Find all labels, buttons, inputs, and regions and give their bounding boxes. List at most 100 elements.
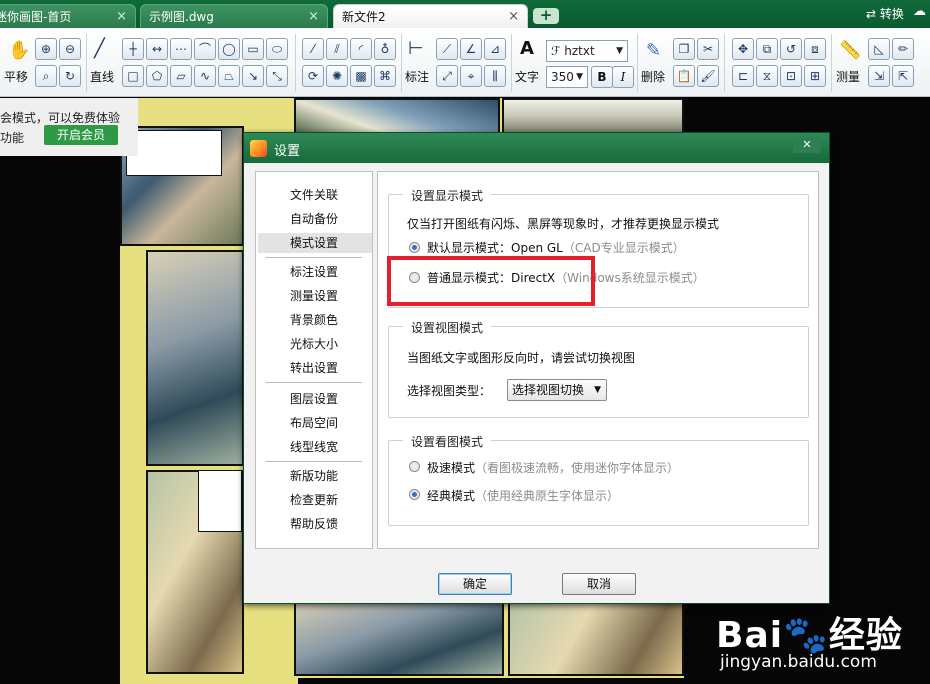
nav-item-auto-backup[interactable]: 自动备份 (256, 209, 372, 229)
measure-icon[interactable]: 📏 (839, 40, 861, 61)
fillet-icon[interactable]: ◜ (350, 38, 372, 60)
radio-fast-mode[interactable] (409, 461, 420, 472)
tab-close-icon[interactable]: × (308, 5, 319, 29)
polyline-icon[interactable]: ┼ (122, 38, 144, 60)
square-icon[interactable]: □ (122, 65, 144, 87)
angle-dim-icon[interactable]: ∠ (460, 38, 482, 60)
ellipse-icon[interactable]: ⬭ (266, 38, 288, 60)
layer-icon[interactable]: ⧈ (804, 38, 826, 60)
rotate-object-icon[interactable]: ↺ (780, 38, 802, 60)
tab-close-icon[interactable]: × (116, 5, 127, 29)
paste-icon[interactable]: 📋 (673, 65, 695, 87)
delete-label[interactable]: 删除 (641, 68, 665, 85)
tab-home[interactable]: 迷你画图-首页 × (0, 4, 136, 28)
aligned-dim-icon[interactable]: ⟋ (436, 38, 458, 60)
pentagon-icon[interactable]: ⬠ (146, 65, 168, 87)
mirror-icon[interactable]: ⧖ (756, 65, 778, 87)
line-icon[interactable]: ╱ (94, 38, 105, 59)
nav-item-file-association[interactable]: 文件关联 (256, 185, 372, 205)
nav-item-linetype-width[interactable]: 线型线宽 (256, 437, 372, 457)
dimension-label[interactable]: 标注 (405, 68, 429, 85)
move-line-icon[interactable]: ↔ (146, 38, 168, 60)
dimension-icon[interactable]: ⊢ (408, 38, 424, 59)
nav-item-measure-settings[interactable]: 测量设置 (256, 286, 372, 306)
add-tab-icon[interactable]: + (533, 8, 559, 24)
block-icon[interactable]: ⌘ (374, 65, 396, 87)
option-opengl-label[interactable]: 默认显示模式：Open GL（CAD专业显示模式） (427, 239, 685, 256)
zoom-out-icon[interactable]: ⊖ (59, 38, 81, 60)
nav-item-dimension-settings[interactable]: 标注设置 (256, 262, 372, 282)
font-name-select[interactable]: ℱ hztxt ▼ (546, 40, 628, 62)
bold-button[interactable]: B (591, 66, 613, 88)
brush-icon[interactable]: 🖌 (697, 65, 719, 87)
explode-icon[interactable]: ✺ (326, 65, 348, 87)
radius-dim-icon[interactable]: ⊿ (484, 38, 506, 60)
continuous-dim-icon[interactable]: ⫼ (484, 65, 506, 87)
trapezoid-icon[interactable]: ⏢ (218, 65, 240, 87)
nav-item-help-feedback[interactable]: 帮助反馈 (256, 514, 372, 534)
group-icon[interactable]: ⊞ (804, 65, 826, 87)
nav-item-layout-space[interactable]: 布局空间 (256, 413, 372, 433)
pencil-icon[interactable]: ✏ (892, 38, 914, 60)
cancel-button[interactable]: 取消 (562, 573, 636, 595)
nav-item-new-features[interactable]: 新版功能 (256, 466, 372, 486)
scale-icon[interactable]: ⧉ (756, 38, 778, 60)
diagonal-icon[interactable]: ⤡ (266, 65, 288, 87)
nav-item-cursor-size[interactable]: 光标大小 (256, 334, 372, 354)
move-icon[interactable]: ✥ (732, 38, 754, 60)
nav-item-check-update[interactable]: 检查更新 (256, 490, 372, 510)
option-fast-mode-label[interactable]: 极速模式（看图极速流畅，使用迷你字体显示） (427, 459, 679, 476)
cloud-icon[interactable]: ☁ (913, 4, 926, 19)
zoom-window-icon[interactable]: ⌕ (35, 65, 57, 87)
dialog-title-bar[interactable]: 设置 ✕ (244, 133, 829, 163)
radio-opengl[interactable] (409, 242, 420, 253)
parallelogram-icon[interactable]: ▱ (170, 65, 192, 87)
dash-line-icon[interactable]: ⋯ (170, 38, 192, 60)
tab-sample-dwg[interactable]: 示例图.dwg × (140, 4, 328, 28)
nav-item-mode-settings[interactable]: 模式设置 (258, 233, 372, 253)
option-classic-mode-label[interactable]: 经典模式（使用经典原生字体显示） (427, 487, 619, 504)
view-mode-hint: 当图纸文字或图形反向时，请尝试切换视图 (407, 351, 636, 365)
copy-icon[interactable]: ❐ (673, 38, 695, 60)
offset-icon[interactable]: ♁ (374, 38, 396, 60)
open-vip-button[interactable]: 开启会员 (44, 125, 118, 145)
measure-label[interactable]: 测量 (836, 68, 860, 85)
stretch-icon[interactable]: ⊏ (732, 65, 754, 87)
convert-button[interactable]: ⇄ 转换 (866, 5, 904, 22)
hatch-icon[interactable]: ▩ (350, 65, 372, 87)
nav-item-background-color[interactable]: 背景颜色 (256, 310, 372, 330)
cut-icon[interactable]: ✂ (697, 38, 719, 60)
pan-label[interactable]: 平移 (4, 68, 28, 85)
tab-new-file[interactable]: 新文件2 × (333, 4, 528, 28)
import-icon[interactable]: ⇲ (868, 65, 890, 87)
zoom-refresh-icon[interactable]: ↻ (59, 65, 81, 87)
zoom-in-icon[interactable]: ⊕ (35, 38, 57, 60)
extend-icon[interactable]: ⫽ (326, 38, 348, 60)
text-label[interactable]: 文字 (515, 68, 539, 85)
export-icon[interactable]: ⇱ (892, 65, 914, 87)
line-label[interactable]: 直线 (90, 68, 114, 85)
ok-button[interactable]: 确定 (438, 573, 512, 595)
text-icon[interactable]: A (520, 38, 534, 59)
trim-icon[interactable]: ⁄ (302, 38, 324, 60)
eraser-icon[interactable]: ✎ (646, 40, 661, 61)
area-icon[interactable]: ◺ (868, 38, 890, 60)
spline-icon[interactable]: ∿ (194, 65, 216, 87)
circle-icon[interactable]: ◯ (218, 38, 240, 60)
nav-item-export-settings[interactable]: 转出设置 (256, 358, 372, 378)
italic-button[interactable]: I (612, 66, 634, 88)
leader-icon[interactable]: ⤢ (436, 65, 458, 87)
coordinate-icon[interactable]: ⌖ (460, 65, 482, 87)
close-icon[interactable]: ✕ (793, 137, 821, 153)
radio-classic-mode[interactable] (409, 489, 420, 500)
arrow-line-icon[interactable]: ↘ (242, 65, 264, 87)
array-icon[interactable]: ⊡ (780, 65, 802, 87)
tab-close-icon[interactable]: × (508, 5, 519, 29)
view-type-select[interactable]: 选择视图切换 ▼ (507, 379, 607, 401)
rectangle-icon[interactable]: ▭ (242, 38, 264, 60)
pan-icon[interactable]: ✋ (8, 40, 30, 61)
font-size-select[interactable]: 350 ▼ (546, 66, 588, 88)
arc-icon[interactable]: ⌒ (194, 38, 216, 60)
nav-item-layer-settings[interactable]: 图层设置 (256, 389, 372, 409)
rotate-icon[interactable]: ⟳ (302, 65, 324, 87)
